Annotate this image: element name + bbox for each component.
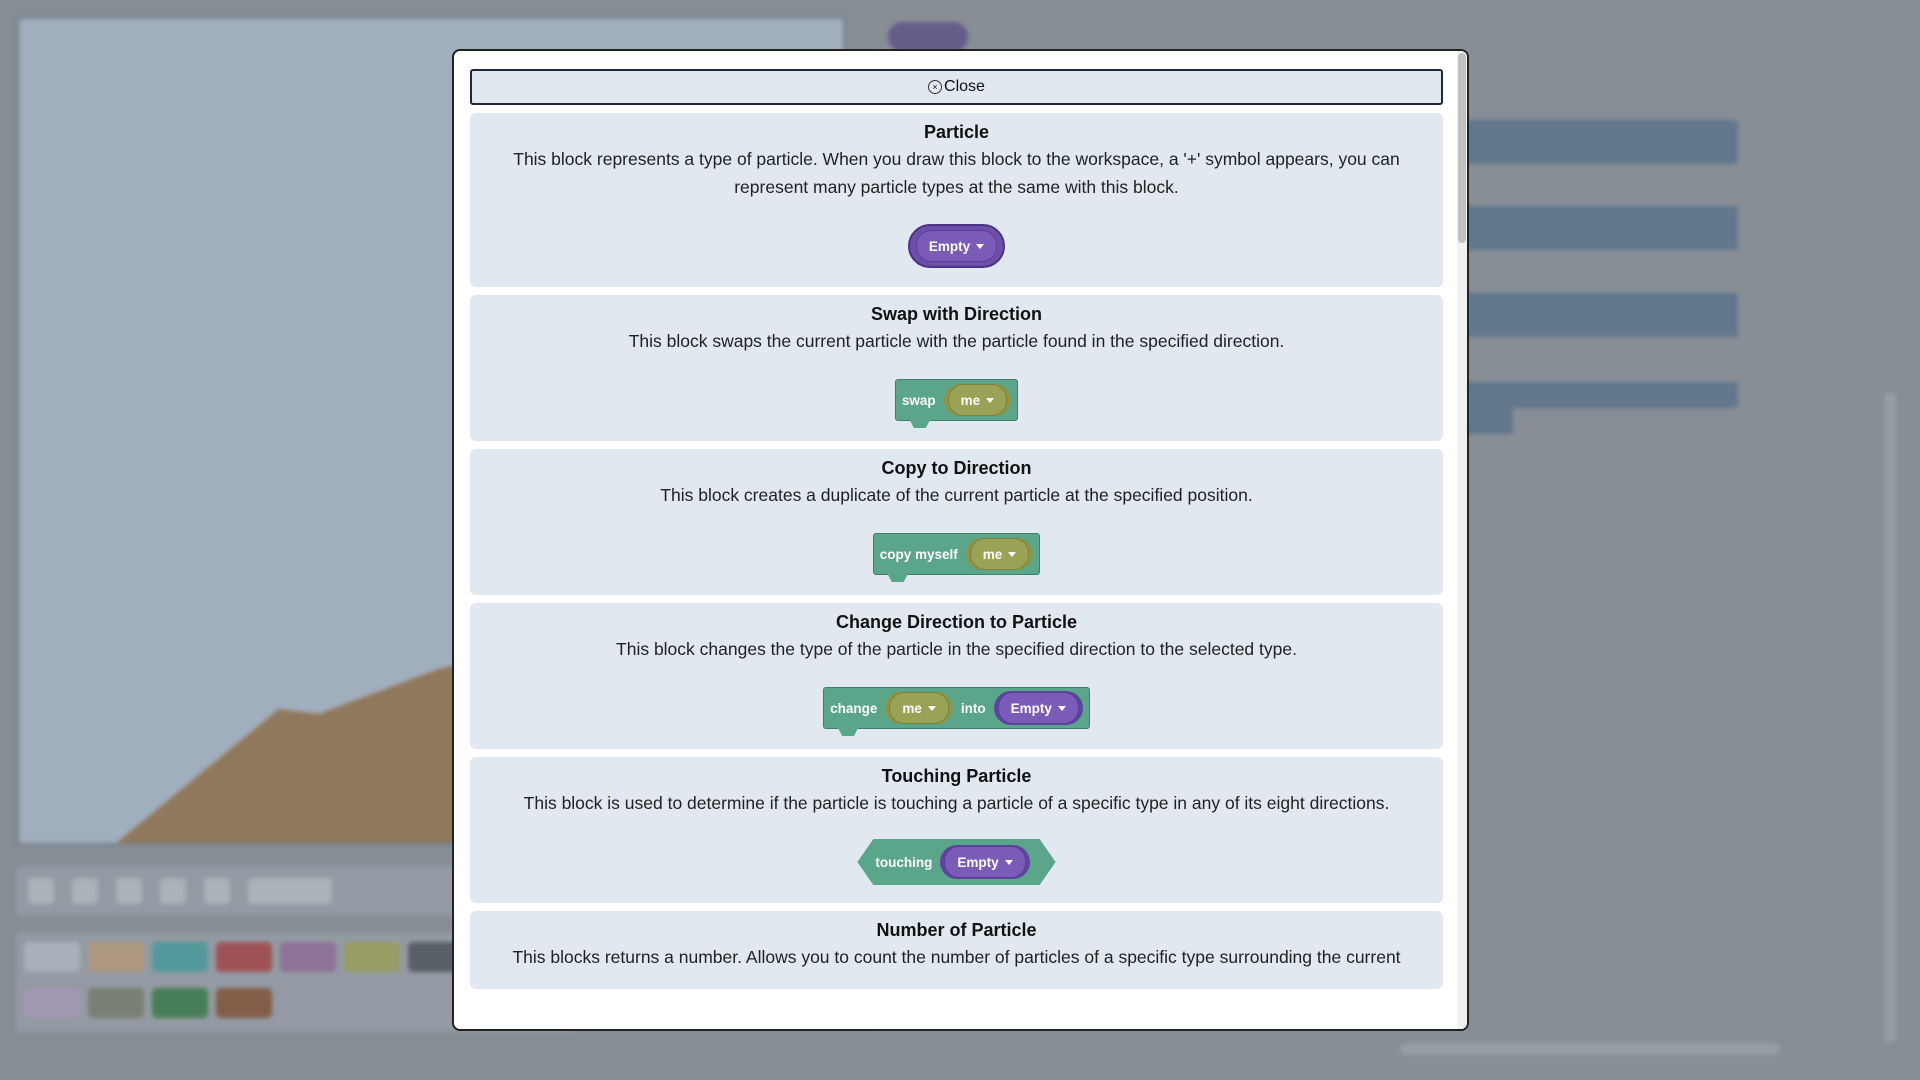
particle-type-dropdown[interactable]: Empty bbox=[944, 846, 1025, 878]
caret-down-icon bbox=[927, 705, 936, 711]
block-label: copy myself bbox=[879, 546, 958, 562]
caret-down-icon bbox=[986, 397, 995, 403]
caret-down-icon bbox=[1057, 705, 1066, 711]
card-title: Particle bbox=[923, 122, 990, 142]
card-title: Number of Particle bbox=[876, 920, 1037, 940]
block-preview: swap me bbox=[490, 377, 1423, 428]
particle-block[interactable]: Empty bbox=[907, 224, 1006, 268]
modal-scrollbar[interactable] bbox=[1457, 51, 1467, 1029]
block-preview: copy myself me bbox=[490, 531, 1423, 582]
dropdown-value: me bbox=[960, 392, 981, 408]
card-title: Change Direction to Particle bbox=[835, 612, 1078, 632]
card-title: Touching Particle bbox=[881, 766, 1032, 786]
dropdown-value: Empty bbox=[1010, 700, 1052, 716]
direction-slot: me bbox=[943, 384, 1012, 416]
caret-down-icon bbox=[1005, 860, 1013, 865]
close-label: Close bbox=[944, 78, 985, 95]
direction-slot: me bbox=[965, 538, 1034, 570]
direction-dropdown[interactable]: me bbox=[889, 692, 949, 724]
touching-block[interactable]: touching Empty bbox=[857, 839, 1055, 885]
block-label: touching bbox=[875, 854, 933, 870]
card-description: This block creates a duplicate of the cu… bbox=[660, 485, 1253, 505]
direction-dropdown[interactable]: me bbox=[969, 538, 1030, 570]
direction-slot: me bbox=[885, 692, 953, 724]
particle-slot: Empty bbox=[940, 845, 1029, 879]
help-card-change: Change Direction to Particle This block … bbox=[470, 603, 1443, 749]
caret-down-icon bbox=[1008, 551, 1017, 557]
caret-down-icon bbox=[976, 243, 985, 249]
particle-slot: Empty bbox=[993, 691, 1083, 725]
copy-block[interactable]: copy myself me bbox=[872, 533, 1041, 582]
dropdown-value: me bbox=[982, 546, 1003, 562]
card-description: This block is used to determine if the p… bbox=[523, 793, 1390, 813]
block-label-into: into bbox=[960, 700, 986, 716]
help-modal: × Close Particle This block represents a… bbox=[452, 49, 1469, 1031]
card-title: Copy to Direction bbox=[881, 458, 1032, 478]
block-preview: Empty bbox=[490, 223, 1423, 269]
card-description: This block swaps the current particle wi… bbox=[628, 331, 1285, 351]
block-label: change bbox=[830, 700, 878, 716]
particle-type-dropdown[interactable]: Empty bbox=[997, 692, 1079, 724]
help-card-number: Number of Particle This blocks returns a… bbox=[470, 911, 1443, 989]
particle-type-dropdown[interactable]: Empty bbox=[915, 230, 998, 262]
block-label: swap bbox=[901, 392, 936, 408]
card-description: This blocks returns a number. Allows you… bbox=[512, 947, 1401, 967]
block-preview: touching Empty bbox=[490, 839, 1423, 885]
help-card-copy: Copy to Direction This block creates a d… bbox=[470, 449, 1443, 595]
card-description: This block changes the type of the parti… bbox=[616, 639, 1297, 659]
help-card-swap: Swap with Direction This block swaps the… bbox=[470, 295, 1443, 441]
help-card-particle: Particle This block represents a type of… bbox=[470, 113, 1443, 287]
dropdown-value: Empty bbox=[957, 854, 999, 870]
card-description: This block represents a type of particle… bbox=[513, 149, 1400, 197]
dropdown-value: Empty bbox=[928, 238, 971, 254]
close-button[interactable]: × Close bbox=[470, 69, 1443, 105]
change-block[interactable]: change me into Empty bbox=[823, 687, 1090, 736]
modal-content: × Close Particle This block represents a… bbox=[470, 69, 1443, 1029]
card-title: Swap with Direction bbox=[870, 304, 1043, 324]
help-card-touching: Touching Particle This block is used to … bbox=[470, 757, 1443, 903]
modal-scrollbar-thumb[interactable] bbox=[1458, 53, 1466, 243]
swap-block[interactable]: swap me bbox=[894, 379, 1019, 428]
dropdown-value: me bbox=[902, 700, 922, 716]
direction-dropdown[interactable]: me bbox=[947, 384, 1008, 416]
block-preview: change me into Empty bbox=[490, 685, 1423, 736]
close-icon: × bbox=[928, 80, 943, 94]
